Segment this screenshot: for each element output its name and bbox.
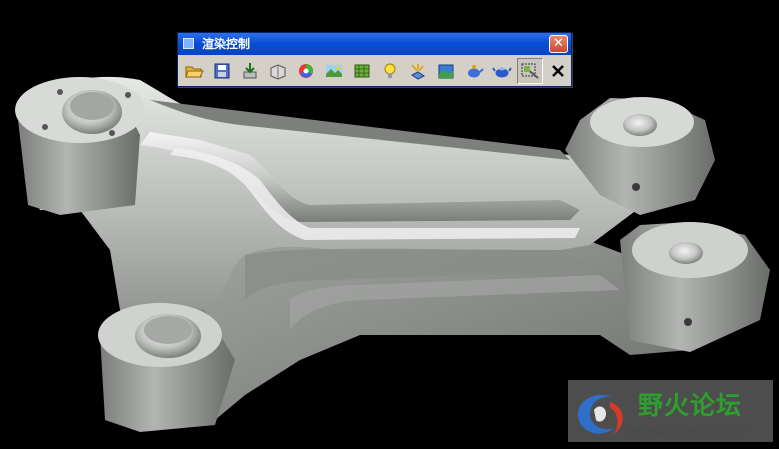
environment-icon (438, 64, 454, 79)
window-app-icon (183, 38, 194, 49)
toolbar-title-bar[interactable]: 渲染控制 ✕ (178, 33, 571, 55)
teapot-render-icon (468, 65, 484, 78)
toolbar-title: 渲染控制 (202, 37, 251, 51)
save-disk-icon (214, 63, 230, 79)
color-button[interactable] (293, 58, 319, 84)
render-region-icon (521, 63, 539, 79)
light-button[interactable] (377, 58, 403, 84)
render-region-button[interactable] (517, 58, 543, 84)
forum-watermark: 野火论坛 www.proewildfire.cn (568, 380, 773, 442)
flame-logo-icon (578, 394, 623, 434)
close-x-icon (552, 65, 564, 77)
texture-button[interactable] (349, 58, 375, 84)
import-icon (243, 63, 257, 79)
texture-icon (354, 64, 370, 78)
toolbar-button-row (181, 58, 571, 84)
render-window-button[interactable] (489, 58, 515, 84)
environment-button[interactable] (433, 58, 459, 84)
light-effects-icon (411, 64, 425, 80)
window-close-button[interactable]: ✕ (549, 35, 568, 53)
light-bulb-icon (384, 63, 396, 78)
surface-button[interactable] (265, 58, 291, 84)
light-effects-button[interactable] (405, 58, 431, 84)
forum-url: www.proewildfire.cn (626, 423, 747, 437)
scene-button[interactable] (321, 58, 347, 84)
color-wheel-icon (299, 64, 313, 78)
render-control-toolbar: 渲染控制 ✕ (177, 32, 572, 87)
open-folder-icon (185, 66, 204, 78)
teapot-window-icon (492, 67, 512, 78)
forum-name: 野火论坛 (638, 391, 743, 420)
scene-landscape-icon (326, 65, 342, 77)
save-button[interactable] (209, 58, 235, 84)
render-button[interactable] (461, 58, 487, 84)
surface-box-icon (270, 64, 286, 80)
close-toolbar-button[interactable] (545, 58, 571, 84)
import-button[interactable] (237, 58, 263, 84)
open-button[interactable] (181, 58, 207, 84)
